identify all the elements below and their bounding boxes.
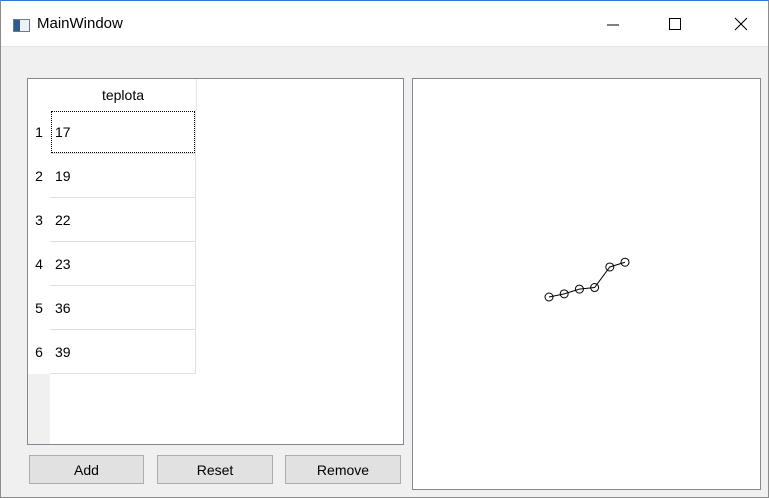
data-table[interactable]: teplota 1 17 2 19 3 22 4 23 5 36 6 39 bbox=[27, 78, 404, 445]
table-cell[interactable]: 23 bbox=[50, 242, 196, 286]
row-header[interactable]: 4 bbox=[28, 242, 50, 286]
data-point bbox=[620, 257, 630, 267]
maximize-icon bbox=[669, 17, 681, 30]
row-header[interactable]: 6 bbox=[28, 330, 50, 374]
plot-area[interactable] bbox=[412, 78, 761, 490]
row-header[interactable]: 2 bbox=[28, 154, 50, 198]
title-bar[interactable]: MainWindow bbox=[1, 1, 768, 47]
close-icon bbox=[734, 17, 748, 30]
table-cell[interactable]: 22 bbox=[50, 198, 196, 242]
remove-button[interactable]: Remove bbox=[285, 455, 401, 484]
row-header[interactable]: 1 bbox=[28, 110, 50, 154]
add-button[interactable]: Add bbox=[29, 455, 144, 484]
main-window: MainWindow teplota 1 17 2 19 3 22 4 23 5… bbox=[0, 0, 769, 498]
window-title: MainWindow bbox=[37, 15, 123, 32]
reset-button[interactable]: Reset bbox=[157, 455, 273, 484]
table-cell[interactable]: 17 bbox=[50, 110, 196, 154]
table-corner bbox=[28, 79, 50, 110]
table-cell[interactable]: 19 bbox=[50, 154, 196, 198]
minimize-icon bbox=[607, 24, 619, 25]
table-cell[interactable]: 36 bbox=[50, 286, 196, 330]
close-button[interactable] bbox=[718, 1, 764, 46]
app-window-icon bbox=[13, 19, 30, 32]
column-header-teplota[interactable]: teplota bbox=[50, 79, 197, 111]
maximize-button[interactable] bbox=[652, 1, 698, 46]
row-header[interactable]: 5 bbox=[28, 286, 50, 330]
minimize-button[interactable] bbox=[590, 1, 636, 46]
line-plot bbox=[544, 257, 630, 302]
row-header[interactable]: 3 bbox=[28, 198, 50, 242]
table-cell[interactable]: 39 bbox=[50, 330, 196, 374]
